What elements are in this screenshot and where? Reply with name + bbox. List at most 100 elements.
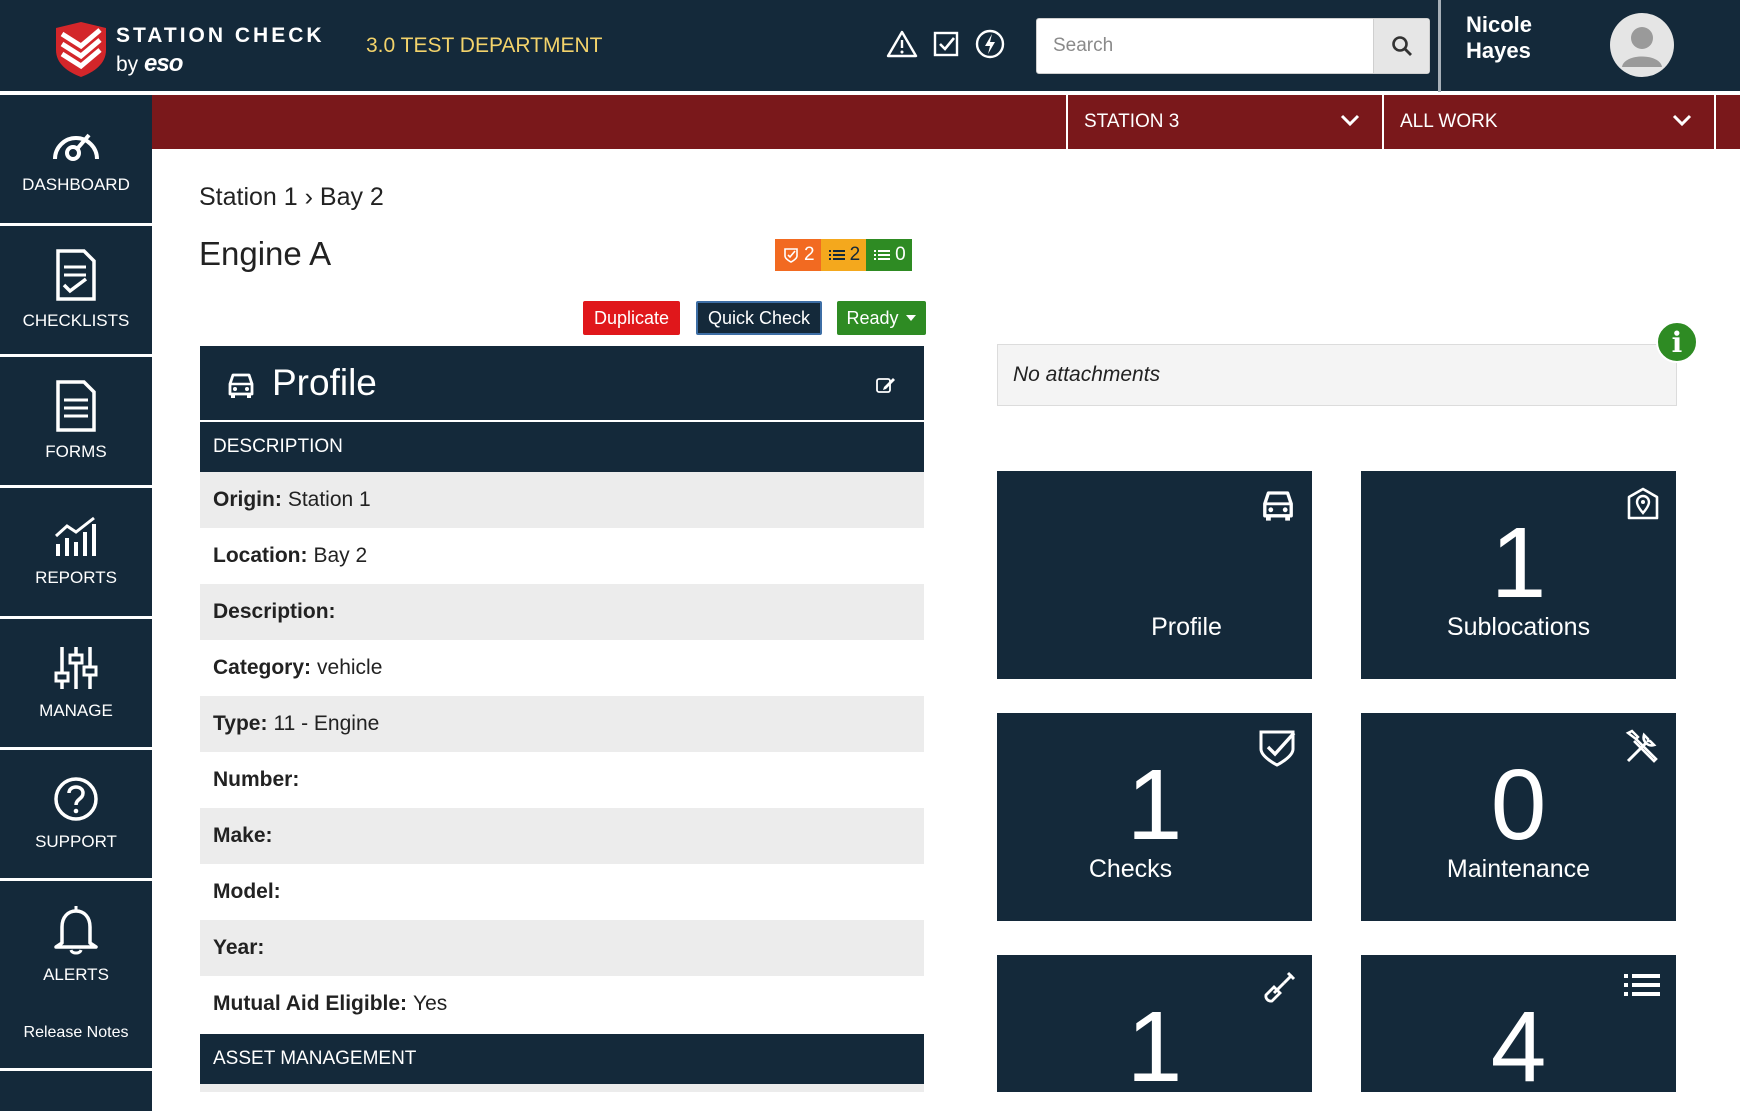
gauge-icon	[53, 133, 99, 161]
row-label: Location:	[213, 544, 308, 567]
sidebar-item-label: MANAGE	[39, 701, 113, 720]
badge-count: 2	[804, 244, 815, 265]
sidebar-item-forms[interactable]: FORMS	[0, 357, 152, 485]
quick-check-button[interactable]: Quick Check	[696, 301, 822, 335]
row-value: Bay 2	[313, 544, 368, 567]
profile-row-mutual-aid: Mutual Aid Eligible: Yes	[200, 976, 924, 1032]
tile-count: 1	[1126, 749, 1183, 861]
section-description: DESCRIPTION	[200, 420, 924, 472]
brand-by-text: by	[116, 53, 139, 76]
sidebar-item-more[interactable]	[0, 1071, 152, 1111]
row-label: Category:	[213, 656, 312, 679]
status-badge[interactable]: 2	[820, 239, 867, 271]
page-title: Engine A	[199, 235, 332, 272]
top-bar: STATION CHECK by eso 3.0 TEST DEPARTMENT…	[0, 0, 1740, 93]
row-label: Model:	[213, 880, 281, 903]
tile-sublocations[interactable]: 1 Sublocations	[1361, 471, 1676, 679]
station-dropdown[interactable]: STATION 3	[1066, 95, 1382, 149]
sidebar-item-label: Release Notes	[23, 1024, 129, 1041]
sidebar-item-release-notes[interactable]: Release Notes	[0, 998, 152, 1068]
row-label: Mutual Aid Eligible:	[213, 992, 408, 1015]
status-badge[interactable]: 2	[775, 239, 821, 271]
bolt-icon[interactable]	[974, 28, 1006, 60]
row-label: Origin:	[213, 488, 282, 511]
list-icon	[1624, 974, 1660, 996]
reports-icon	[54, 516, 96, 556]
list-icon	[828, 250, 845, 260]
profile-row-make: Make:	[200, 808, 924, 864]
tile-label: Sublocations	[1446, 613, 1591, 641]
caret-down-icon	[905, 315, 916, 321]
profile-row-origin: Origin: Station 1	[200, 472, 924, 528]
search-icon	[1391, 36, 1412, 56]
station-check-logo[interactable]	[54, 20, 108, 78]
form-icon	[56, 380, 96, 432]
row-value: Station 1	[287, 488, 371, 511]
info-icon[interactable]: i	[1656, 321, 1698, 363]
sidebar-item-label: FORMS	[45, 442, 107, 461]
brand-eso: eso	[144, 50, 183, 77]
shield-check-icon	[784, 248, 798, 263]
tile-checks[interactable]: 1 Checks	[997, 713, 1312, 921]
profile-row-more	[200, 1084, 924, 1092]
profile-row-description: Description:	[200, 584, 924, 640]
avatar[interactable]	[1610, 13, 1674, 77]
tile-equipment[interactable]: 1	[997, 955, 1312, 1097]
chevron-down-icon	[1340, 114, 1360, 127]
badge-count: 2	[849, 244, 861, 265]
row-label: Description:	[213, 600, 336, 623]
ready-label: Ready	[846, 307, 899, 328]
profile-row-category: Category: vehicle	[200, 640, 924, 696]
sidebar-item-checklists[interactable]: CHECKLISTS	[0, 226, 152, 354]
sidebar-item-label: DASHBOARD	[22, 175, 130, 194]
search-box	[1036, 18, 1430, 74]
work-dropdown-label: ALL WORK	[1400, 111, 1498, 132]
tile-profile[interactable]: Profile	[997, 471, 1312, 679]
edit-icon[interactable]	[876, 376, 896, 394]
user-avatar-icon	[1622, 27, 1662, 67]
profile-row-year: Year:	[200, 920, 924, 976]
work-dropdown[interactable]: ALL WORK	[1382, 95, 1716, 149]
search-input[interactable]	[1037, 19, 1373, 73]
row-value: 11 - Engine	[273, 712, 380, 735]
profile-row-number: Number:	[200, 752, 924, 808]
warning-icon[interactable]	[886, 28, 918, 60]
sidebar-item-reports[interactable]: REPORTS	[0, 488, 152, 616]
sidebar-item-label: SUPPORT	[35, 832, 117, 851]
tile-tasks[interactable]: 4	[1361, 955, 1676, 1097]
sidebar-item-alerts[interactable]: ALERTS	[0, 881, 152, 1009]
profile-panel-header: Profile	[200, 346, 924, 420]
truck-icon	[228, 373, 254, 398]
profile-row-type: Type: 11 - Engine	[200, 696, 924, 752]
status-badge[interactable]: 0	[866, 239, 912, 271]
sidebar-item-support[interactable]: SUPPORT	[0, 750, 152, 878]
sidebar-item-dashboard[interactable]: DASHBOARD	[0, 95, 152, 223]
sidebar-item-label: ALERTS	[43, 965, 109, 984]
user-name[interactable]: Nicole Hayes	[1466, 12, 1566, 64]
header-divider	[1438, 0, 1441, 92]
tile-maintenance[interactable]: 0 Maintenance	[1361, 713, 1676, 921]
profile-row-location: Location: Bay 2	[200, 528, 924, 584]
sliders-icon	[54, 647, 98, 689]
tile-label: Checks	[1088, 855, 1173, 883]
chevron-down-icon	[1672, 114, 1692, 127]
row-label: Number:	[213, 768, 300, 791]
breadcrumb[interactable]: Station 1 › Bay 2	[199, 183, 384, 212]
department-name: 3.0 TEST DEPARTMENT	[366, 34, 603, 57]
search-button[interactable]	[1373, 19, 1429, 73]
attachments-box: No attachments	[997, 344, 1677, 406]
sidebar-item-label: CHECKLISTS	[22, 311, 130, 330]
bell-icon	[54, 906, 98, 955]
sidebar-item-label: REPORTS	[35, 568, 117, 587]
duplicate-button[interactable]: Duplicate	[583, 301, 680, 335]
truck-icon	[1263, 491, 1293, 521]
tile-count: 1	[1126, 991, 1183, 1103]
brand-name: STATION CHECK	[116, 24, 325, 47]
checkbox-icon[interactable]	[930, 28, 962, 60]
ready-dropdown-button[interactable]: Ready	[837, 301, 926, 335]
status-badges: 2 2 0	[775, 239, 912, 271]
tile-label: Profile	[1151, 613, 1222, 641]
sidebar-item-manage[interactable]: MANAGE	[0, 619, 152, 747]
list-icon	[874, 250, 891, 260]
row-label: Type:	[213, 712, 268, 735]
